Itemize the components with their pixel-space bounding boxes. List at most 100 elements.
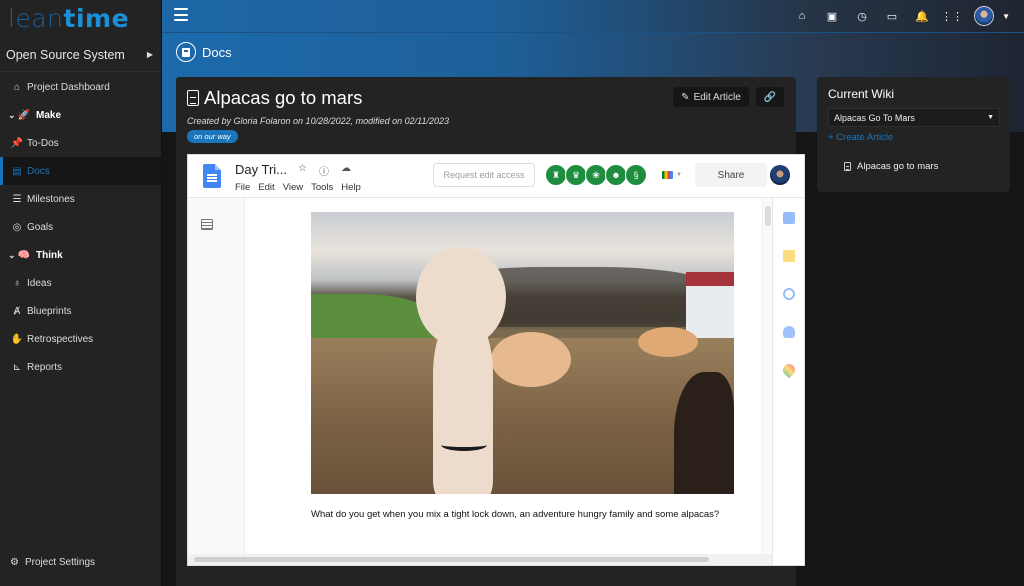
cloud-status-icon[interactable]: ☁ (341, 163, 351, 178)
edit-icon: ✎ (681, 91, 690, 103)
hand-icon: ✋ (10, 333, 24, 345)
article-title: Alpacas go to mars (187, 87, 362, 109)
gdoc-title[interactable]: Day Tri... (235, 162, 287, 177)
horizontal-scrollbar[interactable] (188, 554, 772, 565)
sidebar-item-project-dashboard[interactable]: ⌂ Project Dashboard (0, 73, 161, 101)
gdoc-header: Day Tri... ☆ ⓘ ☁ File Edit View Tools He… (188, 155, 804, 198)
caret-right-icon: ▶ (146, 50, 153, 59)
star-icon[interactable]: ☆ (298, 163, 307, 178)
gdoc-page: What do you get when you mix a tight loc… (245, 198, 762, 554)
tasks-icon[interactable] (783, 288, 795, 300)
sidebar-section-make[interactable]: ⌄ 🚀 Make (0, 101, 161, 129)
rocket-icon: 🚀 (17, 109, 30, 121)
article-meta: Created by Gloria Folaron on 10/28/2022,… (187, 116, 450, 126)
maps-icon[interactable] (780, 361, 798, 379)
outline-icon[interactable] (201, 219, 213, 230)
copy-link-button[interactable]: 🔗 (756, 87, 784, 107)
sidebar-item-blueprints[interactable]: Ⱥ Blueprints (0, 297, 161, 325)
home-icon: ⌂ (13, 81, 21, 93)
meet-icon (662, 171, 674, 179)
brain-icon: 🧠 (17, 249, 30, 261)
sidebar-section-think[interactable]: ⌄ 🧠 Think (0, 241, 161, 269)
caret-down-icon: ▼ (987, 114, 994, 121)
anonymous-viewers: ♜ ♛ ❀ ☻ § (545, 164, 647, 186)
wiki-article-item[interactable]: Alpacas go to mars (844, 161, 938, 172)
book-icon: ▤ (12, 165, 22, 177)
anonymous-animal-icon[interactable]: ☻ (605, 164, 627, 186)
gdoc-body-text: What do you get when you mix a tight loc… (311, 509, 720, 520)
calendar-icon[interactable]: ▭ (884, 8, 900, 24)
sidebar-item-goals[interactable]: ◎ Goals (0, 213, 161, 241)
gdoc-outline-panel (188, 198, 245, 565)
menu-view[interactable]: View (283, 182, 303, 193)
contacts-icon[interactable] (783, 326, 795, 338)
anonymous-animal-icon[interactable]: ❀ (585, 164, 607, 186)
page-title: Docs (176, 42, 232, 62)
wiki-select[interactable]: Alpacas Go To Mars ▼ (828, 108, 1000, 127)
sidebar: leantime Open Source System ▶ ⌂ Project D… (0, 0, 162, 586)
menu-tools[interactable]: Tools (311, 182, 333, 193)
caret-down-icon[interactable]: ▼ (1002, 12, 1010, 21)
embedded-google-doc[interactable]: Day Tri... ☆ ⓘ ☁ File Edit View Tools He… (187, 154, 805, 566)
leantime-logo[interactable]: leantime (0, 0, 161, 38)
briefcase-icon[interactable]: ▣ (824, 8, 840, 24)
pin-icon: 📌 (10, 137, 24, 149)
info-icon[interactable]: ⓘ (319, 163, 329, 178)
target-icon: ◎ (12, 221, 22, 233)
menu-file[interactable]: File (235, 182, 250, 193)
gdoc-side-panel (772, 198, 804, 565)
wiki-title: Current Wiki (828, 87, 895, 101)
create-article-link[interactable]: + Create Article (828, 132, 893, 143)
sliders-icon: ☰ (12, 193, 22, 205)
wiki-panel: Current Wiki Alpacas Go To Mars ▼ + Crea… (817, 77, 1010, 192)
menu-edit[interactable]: Edit (258, 182, 274, 193)
alpaca-photo (311, 212, 734, 494)
menu-toggle-icon[interactable] (174, 8, 188, 21)
calendar-icon[interactable] (783, 212, 795, 224)
menu-help[interactable]: Help (341, 182, 361, 193)
document-icon (844, 162, 851, 171)
top-bar: ⌂ ▣ ◷ ▭ 🔔 ⋮⋮ ▼ (162, 0, 1024, 32)
project-name: Open Source System (6, 47, 125, 62)
link-icon: 🔗 (763, 91, 777, 103)
sidebar-item-retrospectives[interactable]: ✋ Retrospectives (0, 325, 161, 353)
chevron-down-icon: ⌄ (8, 109, 16, 120)
sidebar-item-project-settings[interactable]: ⚙ Project Settings (0, 550, 95, 574)
keep-icon[interactable] (783, 250, 795, 262)
sidebar-nav: ⌂ Project Dashboard ⌄ 🚀 Make 📌 To-Dos ▤ Docs … (0, 73, 161, 381)
google-docs-logo-icon[interactable] (203, 164, 221, 188)
meet-button[interactable]: ▼ (655, 164, 689, 186)
gdoc-menu-bar: File Edit View Tools Help (235, 182, 361, 193)
chart-icon: ⊾ (12, 361, 22, 373)
clock-icon[interactable]: ◷ (854, 8, 870, 24)
anonymous-animal-icon[interactable]: ♛ (565, 164, 587, 186)
status-badge[interactable]: on our way (187, 130, 238, 143)
document-icon (187, 90, 199, 106)
sidebar-item-docs[interactable]: ▤ Docs (0, 157, 161, 185)
caret-down-icon: ▼ (676, 172, 682, 178)
sidebar-item-milestones[interactable]: ☰ Milestones (0, 185, 161, 213)
top-icons: ⌂ ▣ ◷ ▭ 🔔 ⋮⋮ (794, 0, 994, 32)
anonymous-animal-icon[interactable]: § (625, 164, 647, 186)
sidebar-item-reports[interactable]: ⊾ Reports (0, 353, 161, 381)
docs-icon (176, 42, 196, 62)
article-panel: Alpacas go to mars Created by Gloria Fol… (176, 77, 805, 586)
project-selector[interactable]: Open Source System ▶ (0, 38, 161, 72)
chevron-down-icon: ⌄ (8, 249, 16, 260)
sidebar-item-todos[interactable]: 📌 To-Dos (0, 129, 161, 157)
lightbulb-icon: ♁ (13, 277, 21, 289)
gdoc-user-avatar[interactable] (770, 165, 790, 185)
sidebar-item-ideas[interactable]: ♁ Ideas (0, 269, 161, 297)
home-icon[interactable]: ⌂ (794, 8, 810, 24)
bell-icon[interactable]: 🔔 (914, 8, 930, 24)
request-edit-access-button[interactable]: Request edit access (433, 163, 535, 187)
anonymous-animal-icon[interactable]: ♜ (545, 164, 567, 186)
edit-article-button[interactable]: ✎ Edit Article (673, 87, 749, 107)
gear-icon: ⚙ (10, 556, 19, 568)
share-button[interactable]: Share (695, 163, 767, 187)
gdoc-title-icons: ☆ ⓘ ☁ (298, 163, 351, 178)
apps-grid-icon[interactable]: ⋮⋮ (941, 8, 963, 24)
user-avatar[interactable] (974, 6, 994, 26)
compass-icon: Ⱥ (13, 305, 21, 317)
vertical-scrollbar[interactable] (762, 198, 772, 554)
